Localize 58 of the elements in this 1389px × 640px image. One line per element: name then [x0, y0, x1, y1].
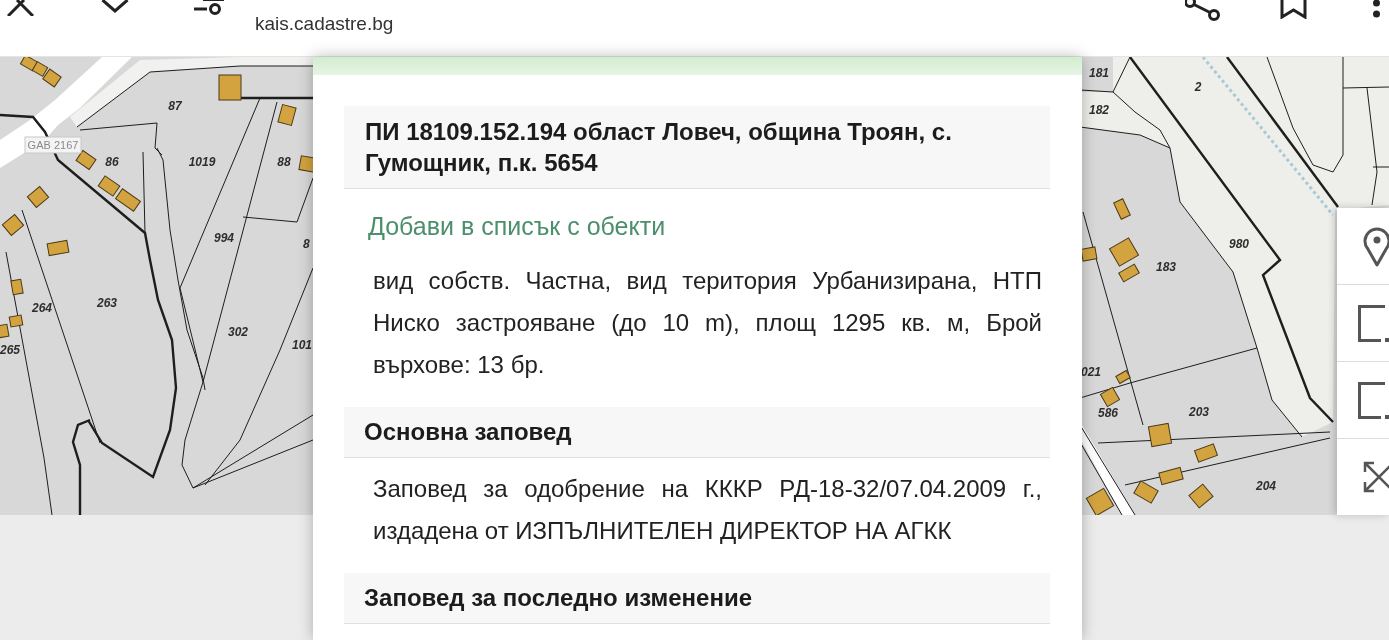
parcel-number: 2	[1194, 80, 1202, 94]
parcel-number: 101	[292, 338, 313, 352]
parcel-number: 181	[1089, 66, 1109, 80]
square-tool-button[interactable]	[1337, 285, 1389, 362]
parcel-number: 980	[1229, 237, 1249, 251]
share-icon[interactable]	[1185, 0, 1221, 21]
section-heading: Заповед за последно изменение	[344, 573, 1050, 624]
building	[1113, 198, 1131, 220]
order-text: Заповед за одобрение на КККР РД-18-32/07.04.2009 г., издадена от ИЗПЪЛНИТЕЛЕН ДИРЕКТОР НА АГКК	[372, 474, 1043, 546]
parcel-title: ПИ 18109.152.194 област Ловеч, община Троян, с. Гумощник, п.к. 5654	[344, 106, 1050, 189]
close-icon[interactable]	[7, 0, 34, 16]
building	[1, 214, 25, 236]
building	[277, 104, 297, 126]
parcel-number: 265	[0, 343, 21, 357]
parcel-number: 88	[277, 155, 291, 169]
building	[10, 278, 24, 296]
parcel-number: 203	[1189, 405, 1209, 419]
building	[1147, 422, 1173, 448]
parcel-number: 8	[303, 237, 310, 251]
building	[31, 61, 49, 77]
parcel-details: вид собств. Частна, вид територия Урбанизирана, НТП Ниско застрояване (до 10 m), площ 1295 кв. м, Брой върхове: 13 бр.	[372, 266, 1043, 380]
parcel-number: 586	[1098, 406, 1118, 420]
building	[1133, 480, 1159, 504]
parcel-number: 87	[168, 99, 182, 113]
location-pin-icon	[1363, 225, 1389, 267]
location-button[interactable]	[1337, 208, 1389, 285]
road-label: GAB 2167	[24, 136, 82, 154]
section-heading: Основна заповед	[344, 407, 1050, 458]
building	[1115, 370, 1131, 384]
building	[46, 239, 70, 257]
parcel-number: 264	[32, 301, 52, 315]
building	[1082, 246, 1098, 262]
square-tool-button[interactable]	[1337, 362, 1389, 439]
parcel-number: 204	[1256, 479, 1276, 493]
building	[1158, 466, 1184, 486]
building	[1194, 443, 1218, 463]
page-url: kais.cadastre.bg	[255, 13, 394, 35]
building	[115, 188, 141, 212]
building	[97, 175, 121, 197]
fullscreen-button[interactable]	[1337, 439, 1389, 515]
more-icon[interactable]	[1372, 0, 1381, 18]
add-to-list-link[interactable]: Добави в списък с обекти	[368, 210, 666, 242]
parcel-number: 86	[105, 155, 119, 169]
square-icon	[1358, 304, 1389, 342]
square-icon	[1358, 381, 1389, 419]
parcel-number: 302	[228, 325, 248, 339]
parcel-number: 021	[1082, 365, 1102, 379]
parcel-number: 183	[1156, 260, 1176, 274]
parcel-number: 994	[214, 231, 234, 245]
parcel-number: 182	[1089, 103, 1109, 117]
sliders-icon[interactable]	[194, 0, 224, 15]
bookmark-icon[interactable]	[1280, 0, 1307, 19]
building	[218, 74, 242, 101]
parcel-number: 1019	[188, 155, 216, 169]
expand-icon	[1363, 461, 1389, 493]
parcel-number: 263	[97, 296, 117, 310]
chevron-down-icon[interactable]	[101, 0, 129, 13]
building	[1085, 487, 1115, 515]
